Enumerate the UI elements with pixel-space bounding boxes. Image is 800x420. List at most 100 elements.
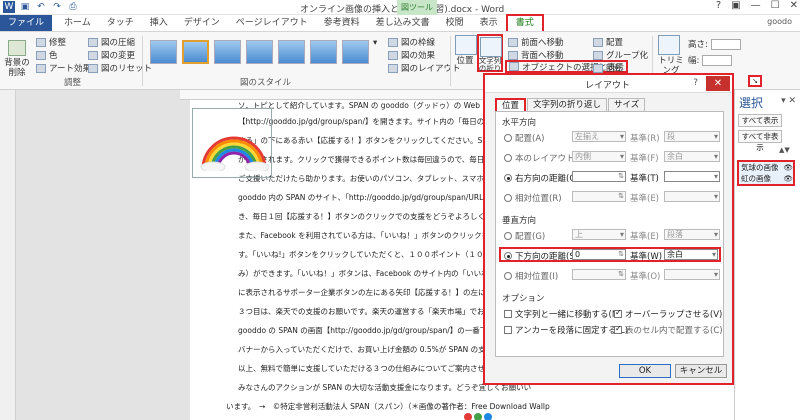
selection-pane: 選択 ▾ ✕ すべて表示 すべて非表示 ▲▼ 気球の画像 👁 虹の画像 👁: [734, 90, 800, 420]
lock-anchor-checkbox[interactable]: アンカーを段落に固定する(L): [504, 324, 628, 336]
layout-in-cell-checkbox[interactable]: 表のセル内で配置する(C): [614, 324, 723, 336]
bring-forward-icon: [508, 37, 518, 47]
picture-effects-icon: [388, 50, 398, 60]
close-icon[interactable]: ✕: [790, 0, 798, 11]
undo-icon[interactable]: ↶: [35, 1, 47, 13]
tab-review[interactable]: 校閲: [438, 15, 472, 31]
styles-gallery-more-icon[interactable]: ▾: [373, 38, 377, 48]
size-dialog-launcher-icon[interactable]: ↘: [748, 75, 762, 87]
h-relative-radio[interactable]: 相対位置(R): [504, 192, 562, 204]
minimize-icon[interactable]: —: [751, 0, 761, 11]
save-icon[interactable]: ▣: [19, 1, 31, 13]
tab-references[interactable]: 参考資料: [316, 15, 368, 31]
horizontal-section-label: 水平方向: [502, 118, 537, 128]
selection-item-rainbow[interactable]: 虹の画像 👁: [739, 173, 793, 184]
v-absolute-input[interactable]: 0: [572, 249, 626, 260]
tab-text-wrapping[interactable]: 文字列の折り返し: [527, 98, 608, 111]
hide-all-button[interactable]: すべて非表示: [738, 130, 782, 152]
eye-icon[interactable]: 👁: [783, 162, 793, 173]
picture-style-7[interactable]: [342, 40, 369, 64]
tab-home[interactable]: ホーム: [56, 15, 99, 31]
vertical-section-label: 垂直方向: [502, 216, 537, 226]
color-button[interactable]: 色: [36, 49, 58, 61]
rainbow-image[interactable]: [192, 108, 272, 178]
dialog-title: レイアウト: [585, 81, 631, 91]
v-relative-radio[interactable]: 相対位置(I): [504, 270, 558, 282]
remove-background-button[interactable]: 背景の削除: [2, 40, 32, 78]
window-controls: ? ▣ — ☐ ✕: [716, 0, 798, 11]
tab-mailings[interactable]: 差し込み文書: [368, 15, 438, 31]
reorder-arrows-icon[interactable]: ▲▼: [779, 146, 790, 154]
h-alignment-base-label: 基準(R): [630, 134, 660, 144]
v-absolute-base-select[interactable]: 余白: [664, 249, 718, 260]
picture-style-3[interactable]: [214, 40, 241, 64]
v-alignment-select: 上: [572, 229, 626, 240]
redo-icon[interactable]: ↷: [51, 1, 63, 13]
artistic-effects-button[interactable]: アート効果: [36, 62, 91, 74]
compress-pictures-button[interactable]: 図の圧縮: [88, 36, 135, 48]
corrections-button[interactable]: 修整: [36, 36, 66, 48]
height-input[interactable]: [710, 38, 741, 50]
v-absolute-radio[interactable]: 下方向の距離(S): [504, 250, 578, 262]
tab-touch[interactable]: タッチ: [99, 15, 142, 31]
word-icon: W: [3, 1, 15, 13]
h-absolute-input[interactable]: [572, 171, 626, 182]
print-icon[interactable]: ⎙: [67, 1, 79, 13]
rotate-icon: [593, 63, 603, 73]
allow-overlap-checkbox[interactable]: オーバーラップさせる(V): [614, 308, 722, 320]
picture-layout-icon: [388, 63, 398, 73]
picture-style-4[interactable]: [246, 40, 273, 64]
close-icon[interactable]: ✕: [706, 76, 730, 91]
picture-border-button[interactable]: 図の枠線: [388, 36, 435, 48]
selection-item-balloon[interactable]: 気球の画像 👁: [739, 162, 793, 173]
tab-size[interactable]: サイズ: [608, 98, 646, 111]
maximize-icon[interactable]: ☐: [771, 0, 780, 11]
picture-style-6[interactable]: [310, 40, 337, 64]
h-absolute-radio[interactable]: 右方向の距離(O): [504, 172, 579, 184]
change-picture-button[interactable]: 図の変更: [88, 49, 135, 61]
v-absolute-base-label: 基準(W): [630, 252, 663, 262]
eye-icon[interactable]: 👁: [783, 173, 793, 184]
h-absolute-base-select[interactable]: [664, 171, 720, 182]
tab-view[interactable]: 表示: [472, 15, 506, 31]
cancel-button[interactable]: キャンセル: [675, 364, 727, 378]
width-field[interactable]: 幅:: [688, 54, 733, 66]
position-button[interactable]: 位置: [454, 56, 476, 66]
corrections-icon: [36, 37, 46, 47]
send-backward-icon: [508, 50, 518, 60]
picture-style-2[interactable]: [182, 40, 209, 64]
width-input[interactable]: [702, 54, 733, 66]
picture-style-1[interactable]: [150, 40, 177, 64]
tab-insert[interactable]: 挿入: [142, 15, 176, 31]
picture-style-5[interactable]: [278, 40, 305, 64]
picture-border-icon: [388, 37, 398, 47]
move-with-text-checkbox[interactable]: 文字列と一緒に移動する(M): [504, 308, 622, 320]
tab-file[interactable]: ファイル: [0, 15, 53, 31]
adjust-group-label: 調整: [64, 78, 82, 88]
align-button[interactable]: 配置: [593, 36, 623, 48]
help-icon[interactable]: ?: [716, 0, 721, 11]
position-icon: [455, 35, 477, 55]
tab-page-layout[interactable]: ページレイアウト: [228, 15, 316, 31]
styles-group-label: 図のスタイル: [240, 78, 292, 88]
user-name[interactable]: goodo: [767, 17, 792, 26]
tab-format[interactable]: 書式: [505, 14, 544, 31]
v-alignment-radio[interactable]: 配置(G): [504, 230, 545, 242]
bring-forward-button[interactable]: 前面へ移動: [508, 36, 564, 48]
height-field[interactable]: 高さ:: [688, 38, 741, 50]
tab-design[interactable]: デザイン: [176, 15, 228, 31]
balloon-image[interactable]: [460, 412, 496, 420]
wrap-text-button[interactable]: 文字列の折り返し: [477, 34, 503, 72]
show-all-button[interactable]: すべて表示: [738, 114, 782, 127]
h-alignment-radio[interactable]: 配置(A): [504, 132, 544, 144]
h-relative-input: [572, 191, 626, 202]
tab-position[interactable]: 位置: [495, 98, 527, 111]
ok-button[interactable]: OK: [619, 364, 671, 378]
v-alignment-base-select: 段落: [664, 229, 720, 240]
pane-close-icon[interactable]: ▾ ✕: [781, 96, 796, 106]
group-button[interactable]: グループ化: [593, 49, 648, 61]
help-icon[interactable]: ?: [693, 78, 698, 88]
picture-effects-button[interactable]: 図の効果: [388, 49, 435, 61]
layout-dialog: レイアウト ? ✕ 位置 文字列の折り返し サイズ 水平方向 配置(A) 左揃え…: [483, 73, 734, 385]
ribbon-display-icon[interactable]: ▣: [731, 0, 740, 11]
